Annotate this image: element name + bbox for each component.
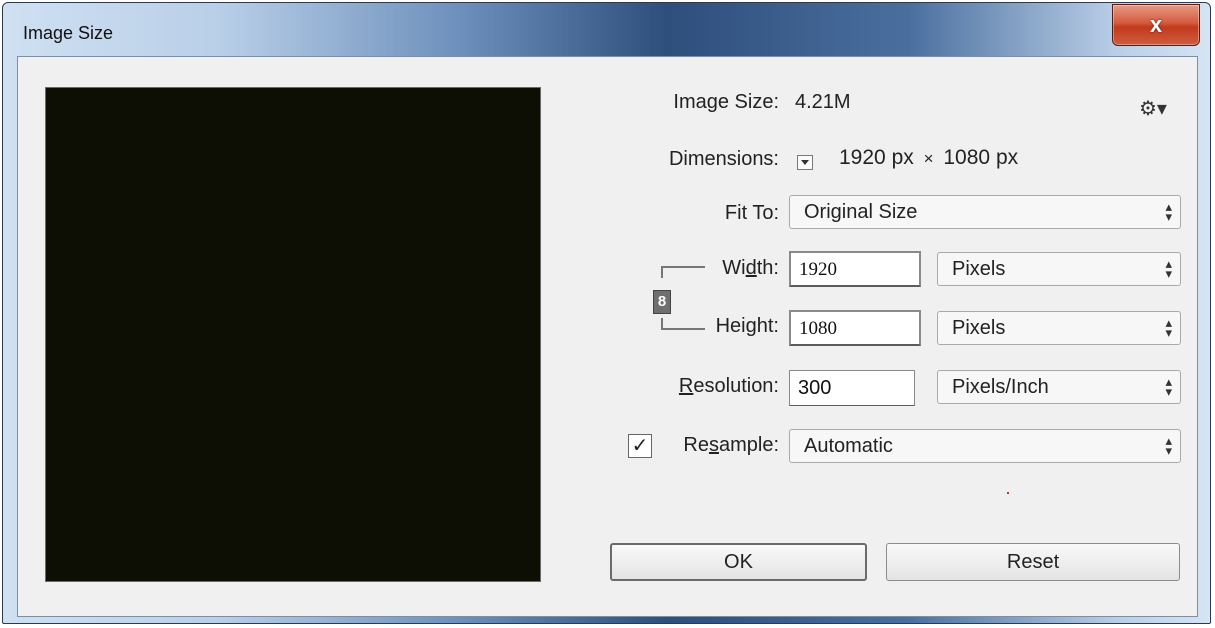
resolution-unit-select[interactable]: Pixels/Inch ▴ ▾ — [937, 370, 1181, 404]
title-bar[interactable]: Image Size x — [3, 3, 1210, 57]
dimensions-width: 1920 px × 1080 px — [839, 146, 1018, 170]
width-label: Width: — [722, 257, 779, 279]
close-icon: x — [1149, 12, 1163, 37]
fit-to-label: Fit To: — [724, 202, 779, 224]
stray-dot — [1007, 492, 1009, 494]
resample-select[interactable]: Automatic ▴ ▾ — [789, 429, 1181, 463]
image-size-label: Image Size: — [673, 91, 779, 113]
updown-arrow-icon: ▴ ▾ — [1165, 374, 1172, 399]
image-preview[interactable] — [45, 87, 541, 582]
dimensions-width-value: 1920 — [839, 146, 886, 169]
times-sign: × — [923, 149, 934, 168]
dimensions-height-unit: px — [995, 146, 1019, 169]
dimensions-label: Dimensions: — [668, 148, 779, 170]
height-label: Height: — [715, 315, 779, 337]
dialog-window: Image Size x Image Size: 4.21M ⚙▾ Dimens… — [2, 2, 1211, 624]
updown-arrow-icon: ▴ ▾ — [1165, 315, 1172, 340]
resolution-label: Resolution: — [678, 375, 779, 397]
dimensions-dropdown[interactable] — [797, 155, 813, 170]
link-bracket-bottom — [661, 318, 705, 330]
height-input[interactable]: 1080 — [789, 310, 921, 346]
dialog-body: Image Size: 4.21M ⚙▾ Dimensions: 1920 px… — [17, 56, 1198, 617]
dimensions-height-value: 1080 — [943, 146, 991, 169]
resolution-input[interactable]: 300 — [789, 370, 915, 406]
dialog-title: Image Size — [23, 23, 114, 43]
resolution-unit-value: Pixels/Inch — [952, 376, 1049, 398]
updown-arrow-icon: ▴ ▾ — [1165, 256, 1172, 281]
dimensions-width-unit: px — [891, 146, 914, 169]
resample-value: Automatic — [804, 435, 893, 457]
ok-button[interactable]: OK — [610, 543, 867, 581]
height-unit-value: Pixels — [952, 317, 1006, 339]
image-size-value: 4.21M — [795, 91, 851, 113]
updown-arrow-icon: ▴ ▾ — [1165, 199, 1172, 224]
resample-label: Resample: — [683, 434, 779, 456]
close-button[interactable]: x — [1112, 4, 1200, 46]
resample-checkbox[interactable]: ✓ — [628, 434, 652, 458]
gear-icon[interactable]: ⚙▾ — [1139, 96, 1167, 121]
fit-to-select[interactable]: Original Size ▴ ▾ — [789, 195, 1181, 229]
fit-to-value: Original Size — [804, 201, 918, 223]
link-icon[interactable]: 8 — [653, 290, 671, 314]
height-unit-select[interactable]: Pixels ▴ ▾ — [937, 311, 1181, 345]
updown-arrow-icon: ▴ ▾ — [1165, 433, 1172, 458]
width-input[interactable]: 1920 — [789, 251, 921, 287]
link-bracket-top — [661, 266, 705, 278]
width-unit-value: Pixels — [952, 258, 1006, 280]
width-unit-select[interactable]: Pixels ▴ ▾ — [937, 252, 1181, 286]
reset-button[interactable]: Reset — [886, 543, 1180, 581]
